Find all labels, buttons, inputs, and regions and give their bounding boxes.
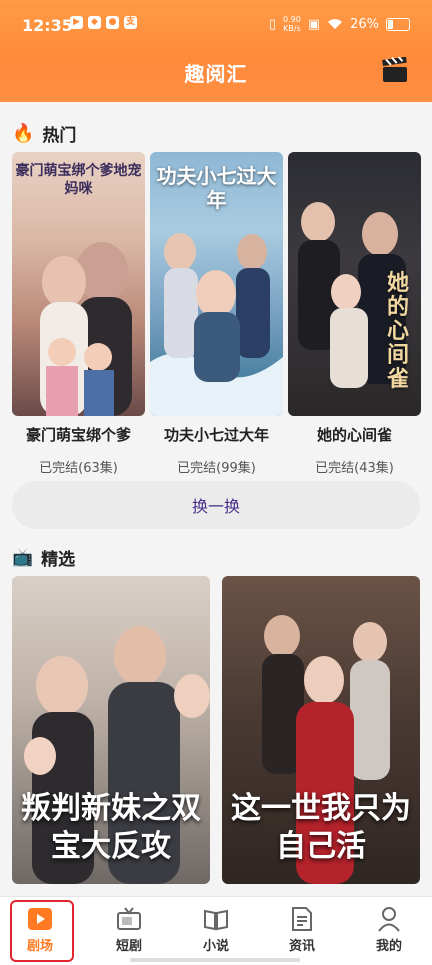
drama-title: 功夫小七过大年 bbox=[163, 426, 269, 444]
featured-section-title: 精选 bbox=[41, 550, 76, 570]
drama-status: 已完结(63集) bbox=[39, 461, 118, 476]
featured-drama-card[interactable]: 这一世我只为自己活 bbox=[222, 576, 420, 884]
drama-poster[interactable]: 豪门萌宝绑个爹地宠妈咪 bbox=[12, 152, 145, 416]
wifi-icon bbox=[328, 19, 343, 29]
battery-icon bbox=[386, 17, 410, 31]
drama-poster[interactable]: 功夫小七过大年 bbox=[150, 152, 283, 416]
featured-drama-card[interactable]: 叛判新妹之双宝大反攻 bbox=[12, 576, 210, 884]
sim-icon: ▣ bbox=[307, 16, 321, 32]
app-notification-icon: ◆ bbox=[88, 16, 101, 29]
status-time: 12:35 bbox=[22, 16, 73, 35]
hot-section-title: 热门 bbox=[42, 126, 77, 146]
tab-news[interactable]: 资讯 bbox=[270, 905, 334, 954]
drama-status: 已完结(99集) bbox=[177, 461, 256, 476]
drama-poster[interactable]: 她的心间雀 bbox=[288, 152, 421, 416]
app-notification-icon: ▶ bbox=[70, 16, 83, 29]
app-notification-icon: ● bbox=[106, 16, 119, 29]
clapperboard-icon[interactable] bbox=[382, 57, 408, 83]
hot-drama-card[interactable]: 豪门萌宝绑个爹地宠妈咪 豪门萌宝绑个爹 已完结(63集) bbox=[12, 152, 145, 476]
battery-text: 26% bbox=[350, 16, 379, 32]
active-tab-highlight bbox=[10, 900, 74, 962]
tab-novel[interactable]: 小说 bbox=[184, 905, 248, 954]
home-indicator[interactable] bbox=[130, 958, 300, 962]
drama-title: 豪门萌宝绑个爹 bbox=[25, 426, 131, 444]
featured-section-header: 📺 精选 bbox=[12, 545, 76, 571]
status-right: ▯ 0.90 KB/s ▣ 26% bbox=[269, 15, 410, 33]
hot-drama-card[interactable]: 她的心间雀 她的心间雀 已完结(43集) bbox=[288, 152, 421, 476]
user-icon bbox=[378, 907, 400, 932]
tv-icon bbox=[117, 907, 141, 930]
status-bar: 12:35 ▶ ◆ ● 支 ▯ 0.90 KB/s ▣ 26% bbox=[0, 0, 432, 52]
hot-drama-card[interactable]: 功夫小七过大年 功夫小七过大年 已完结(99集) bbox=[150, 152, 283, 476]
tab-profile[interactable]: 我的 bbox=[357, 905, 421, 954]
page-title: 趣阅汇 bbox=[184, 62, 248, 86]
refresh-button[interactable]: 换一换 bbox=[12, 481, 420, 529]
featured-poster-title: 这一世我只为自己活 bbox=[231, 791, 411, 864]
tab-short-drama[interactable]: 短剧 bbox=[97, 905, 161, 954]
fire-icon: 🔥 bbox=[12, 123, 35, 144]
featured-poster-title: 叛判新妹之双宝大反攻 bbox=[21, 791, 201, 864]
app-header: 12:35 ▶ ◆ ● 支 ▯ 0.90 KB/s ▣ 26% 趣阅汇 bbox=[0, 0, 432, 102]
notification-icons: ▶ ◆ ● 支 bbox=[70, 16, 137, 29]
app-notification-icon: 支 bbox=[124, 16, 137, 29]
drama-status: 已完结(43集) bbox=[315, 461, 394, 476]
hot-section-header: 🔥 热门 bbox=[12, 121, 76, 146]
vibrate-icon: ▯ bbox=[268, 16, 276, 32]
document-icon bbox=[292, 907, 312, 931]
tv-icon: 📺 bbox=[12, 547, 34, 568]
book-icon bbox=[204, 909, 228, 931]
network-speed: 0.90 KB/s bbox=[282, 15, 301, 33]
drama-title: 她的心间雀 bbox=[316, 426, 392, 444]
